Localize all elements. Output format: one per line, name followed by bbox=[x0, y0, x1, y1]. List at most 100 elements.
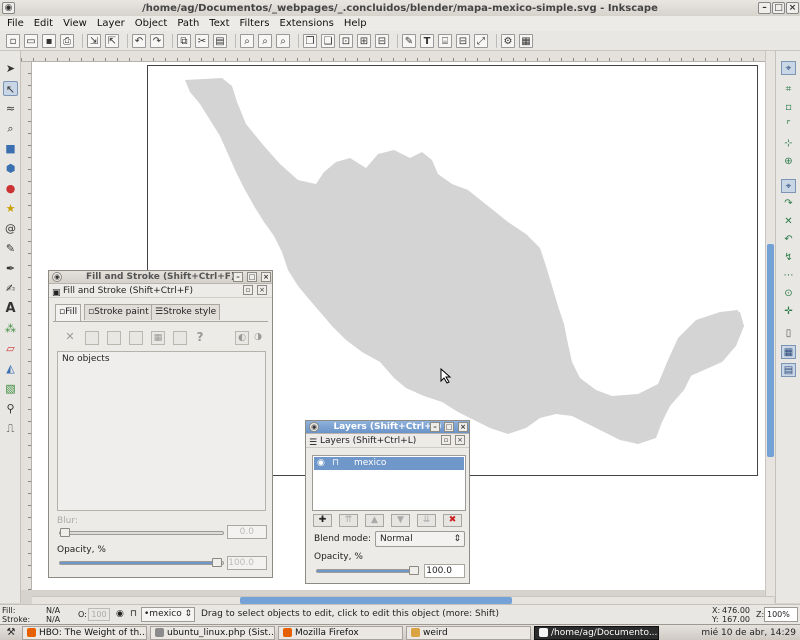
blur-spinbox[interactable]: 0.0 bbox=[227, 525, 267, 539]
maximize-button[interactable]: □ bbox=[772, 2, 785, 14]
layers-panel-close-icon[interactable]: × bbox=[455, 435, 465, 445]
menu-path[interactable]: Path bbox=[172, 17, 204, 31]
lower-layer-button[interactable]: ▼ bbox=[391, 514, 410, 527]
layer-row[interactable]: ◉ ⊓ mexico bbox=[314, 457, 464, 470]
minimize-button[interactable]: – bbox=[758, 2, 771, 14]
new-document-icon[interactable]: ▫ bbox=[6, 33, 20, 48]
panel-close-icon[interactable]: × bbox=[257, 285, 267, 295]
paint-bucket-tool-icon[interactable]: ◭ bbox=[3, 361, 18, 376]
transform-icon[interactable]: ⤢ bbox=[474, 33, 488, 48]
menu-help[interactable]: Help bbox=[339, 17, 372, 31]
menu-edit[interactable]: Edit bbox=[29, 17, 58, 31]
no-paint-icon[interactable]: ✕ bbox=[63, 331, 77, 345]
zoom-tool-icon[interactable]: ⌕ bbox=[3, 121, 18, 136]
menu-filters[interactable]: Filters bbox=[235, 17, 275, 31]
unlink-clone-icon[interactable]: ⊡ bbox=[339, 33, 353, 48]
linear-gradient-icon[interactable] bbox=[107, 331, 121, 345]
opacity-spinbox[interactable]: 100.0 bbox=[227, 556, 267, 570]
opacity-slider-knob[interactable] bbox=[212, 558, 222, 567]
snap-page-border-icon[interactable]: ▯ bbox=[781, 327, 796, 341]
enable-snapping-icon[interactable]: ⌖ bbox=[781, 61, 796, 75]
delete-layer-button[interactable]: ✖ bbox=[443, 514, 462, 527]
horizontal-ruler[interactable] bbox=[21, 51, 765, 62]
layers-window-titlebar[interactable]: ◉ Layers (Shift+Ctrl+L) – □ × bbox=[306, 421, 469, 434]
window-menu-icon[interactable]: ◉ bbox=[2, 2, 15, 14]
node-tool-icon[interactable]: ↖ bbox=[3, 81, 18, 96]
eraser-tool-icon[interactable]: ▱ bbox=[3, 341, 18, 356]
layers-close-button[interactable]: × bbox=[458, 422, 468, 432]
layer-visibility-icon[interactable]: ◉ bbox=[116, 609, 124, 619]
layers-panel-undock-icon[interactable]: ▫ bbox=[441, 435, 451, 445]
group-icon[interactable]: ⊞ bbox=[357, 33, 371, 48]
snap-midpoints-icon[interactable]: ⋯ bbox=[781, 269, 796, 283]
flat-color-icon[interactable] bbox=[85, 331, 99, 345]
fill-stroke-window-titlebar[interactable]: ◉ Fill and Stroke (Shift+Ctrl+F) – □ × bbox=[49, 271, 272, 284]
layer-opacity-knob[interactable] bbox=[409, 566, 419, 575]
preferences-icon[interactable]: ⚙ bbox=[501, 33, 515, 48]
text-tool-icon[interactable]: A bbox=[3, 301, 18, 316]
taskbar-item-hbo[interactable]: HBO: The Weight of th... bbox=[22, 625, 147, 640]
tab-fill[interactable]: ▫Fill bbox=[55, 304, 82, 321]
dialog-minimize-button[interactable]: – bbox=[233, 272, 243, 282]
fill-rule-nonzero-icon[interactable]: ◑ bbox=[251, 331, 265, 345]
system-menu-icon[interactable]: ⚒ bbox=[3, 627, 19, 638]
gradient-tool-icon[interactable]: ▧ bbox=[3, 381, 18, 396]
pen-tool-icon[interactable]: ✒ bbox=[3, 261, 18, 276]
fill-stroke-icon[interactable]: ✎ bbox=[402, 33, 416, 48]
connector-tool-icon[interactable]: ⎍ bbox=[3, 421, 18, 436]
taskbar-item-inkscape[interactable]: /home/ag/Documento... bbox=[534, 625, 659, 640]
close-button[interactable]: × bbox=[786, 2, 799, 14]
paste-icon[interactable]: ▤ bbox=[213, 33, 227, 48]
spray-tool-icon[interactable]: ⁂ bbox=[3, 321, 18, 336]
vertical-scroll-thumb[interactable] bbox=[767, 244, 774, 457]
zoom-page-icon[interactable]: ⌕ bbox=[276, 33, 290, 48]
blur-slider-knob[interactable] bbox=[60, 528, 70, 537]
snap-guides-icon[interactable]: ▤ bbox=[781, 363, 796, 377]
open-icon[interactable]: ▭ bbox=[24, 33, 38, 48]
snap-smooth-nodes-icon[interactable]: ↯ bbox=[781, 251, 796, 265]
print-icon[interactable]: ⎙ bbox=[60, 33, 74, 48]
align-distribute-icon[interactable]: ⊟ bbox=[456, 33, 470, 48]
menu-layer[interactable]: Layer bbox=[92, 17, 130, 31]
tweak-tool-icon[interactable]: ≈ bbox=[3, 101, 18, 116]
taskbar-item-ubuntu-linux[interactable]: ubuntu_linux.php (Sist... bbox=[150, 625, 275, 640]
snap-bbox-icon[interactable]: ⌗ bbox=[781, 83, 796, 97]
dialog-close-button[interactable]: × bbox=[261, 272, 271, 282]
menu-view[interactable]: View bbox=[58, 17, 92, 31]
duplicate-icon[interactable]: ❐ bbox=[303, 33, 317, 48]
vertical-ruler[interactable] bbox=[21, 62, 32, 590]
snap-bbox-edges-icon[interactable]: ▫ bbox=[781, 101, 796, 115]
unset-paint-icon[interactable]: ? bbox=[193, 331, 207, 345]
raise-to-top-button[interactable]: ⇈ bbox=[339, 514, 358, 527]
layer-name[interactable]: mexico bbox=[354, 457, 386, 470]
current-layer-select[interactable]: •mexico ⇕ bbox=[141, 607, 195, 622]
horizontal-scroll-thumb[interactable] bbox=[240, 597, 512, 604]
menu-extensions[interactable]: Extensions bbox=[275, 17, 339, 31]
tab-stroke-paint[interactable]: ▫Stroke paint bbox=[84, 304, 153, 320]
layers-minimize-button[interactable]: – bbox=[430, 422, 440, 432]
snap-rotation-center-icon[interactable]: ✛ bbox=[781, 305, 796, 319]
layer-opacity-slider[interactable] bbox=[316, 566, 419, 575]
layers-dialog-menu-icon[interactable]: ◉ bbox=[309, 422, 319, 432]
menu-file[interactable]: File bbox=[2, 17, 29, 31]
layers-maximize-button[interactable]: □ bbox=[444, 422, 454, 432]
zoom-field[interactable]: 100% bbox=[764, 607, 798, 622]
taskbar-item-weird[interactable]: weird bbox=[406, 625, 531, 640]
3d-box-tool-icon[interactable]: ⬢ bbox=[3, 161, 18, 176]
rectangle-tool-icon[interactable]: ■ bbox=[3, 141, 18, 156]
snap-bbox-centers-icon[interactable]: ⊕ bbox=[781, 155, 796, 169]
export-icon[interactable]: ⇱ bbox=[105, 33, 119, 48]
snap-nodes-icon[interactable]: ⌖ bbox=[781, 179, 796, 193]
opacity-slider[interactable] bbox=[59, 558, 224, 567]
dialog-maximize-button[interactable]: □ bbox=[247, 272, 257, 282]
tab-stroke-style[interactable]: ☰Stroke style bbox=[151, 304, 221, 320]
ellipse-tool-icon[interactable]: ● bbox=[3, 181, 18, 196]
cut-icon[interactable]: ✂ bbox=[195, 33, 209, 48]
stroke-indicator-value[interactable]: N/A bbox=[46, 615, 60, 624]
snap-intersections-icon[interactable]: ✕ bbox=[781, 215, 796, 229]
blend-mode-select[interactable]: Normal ⇕ bbox=[375, 531, 465, 547]
xml-editor-icon[interactable]: ⌸ bbox=[438, 33, 452, 48]
snap-cusp-nodes-icon[interactable]: ↶ bbox=[781, 233, 796, 247]
fill-indicator-value[interactable]: N/A bbox=[46, 606, 60, 615]
swatch-icon[interactable] bbox=[173, 331, 187, 345]
